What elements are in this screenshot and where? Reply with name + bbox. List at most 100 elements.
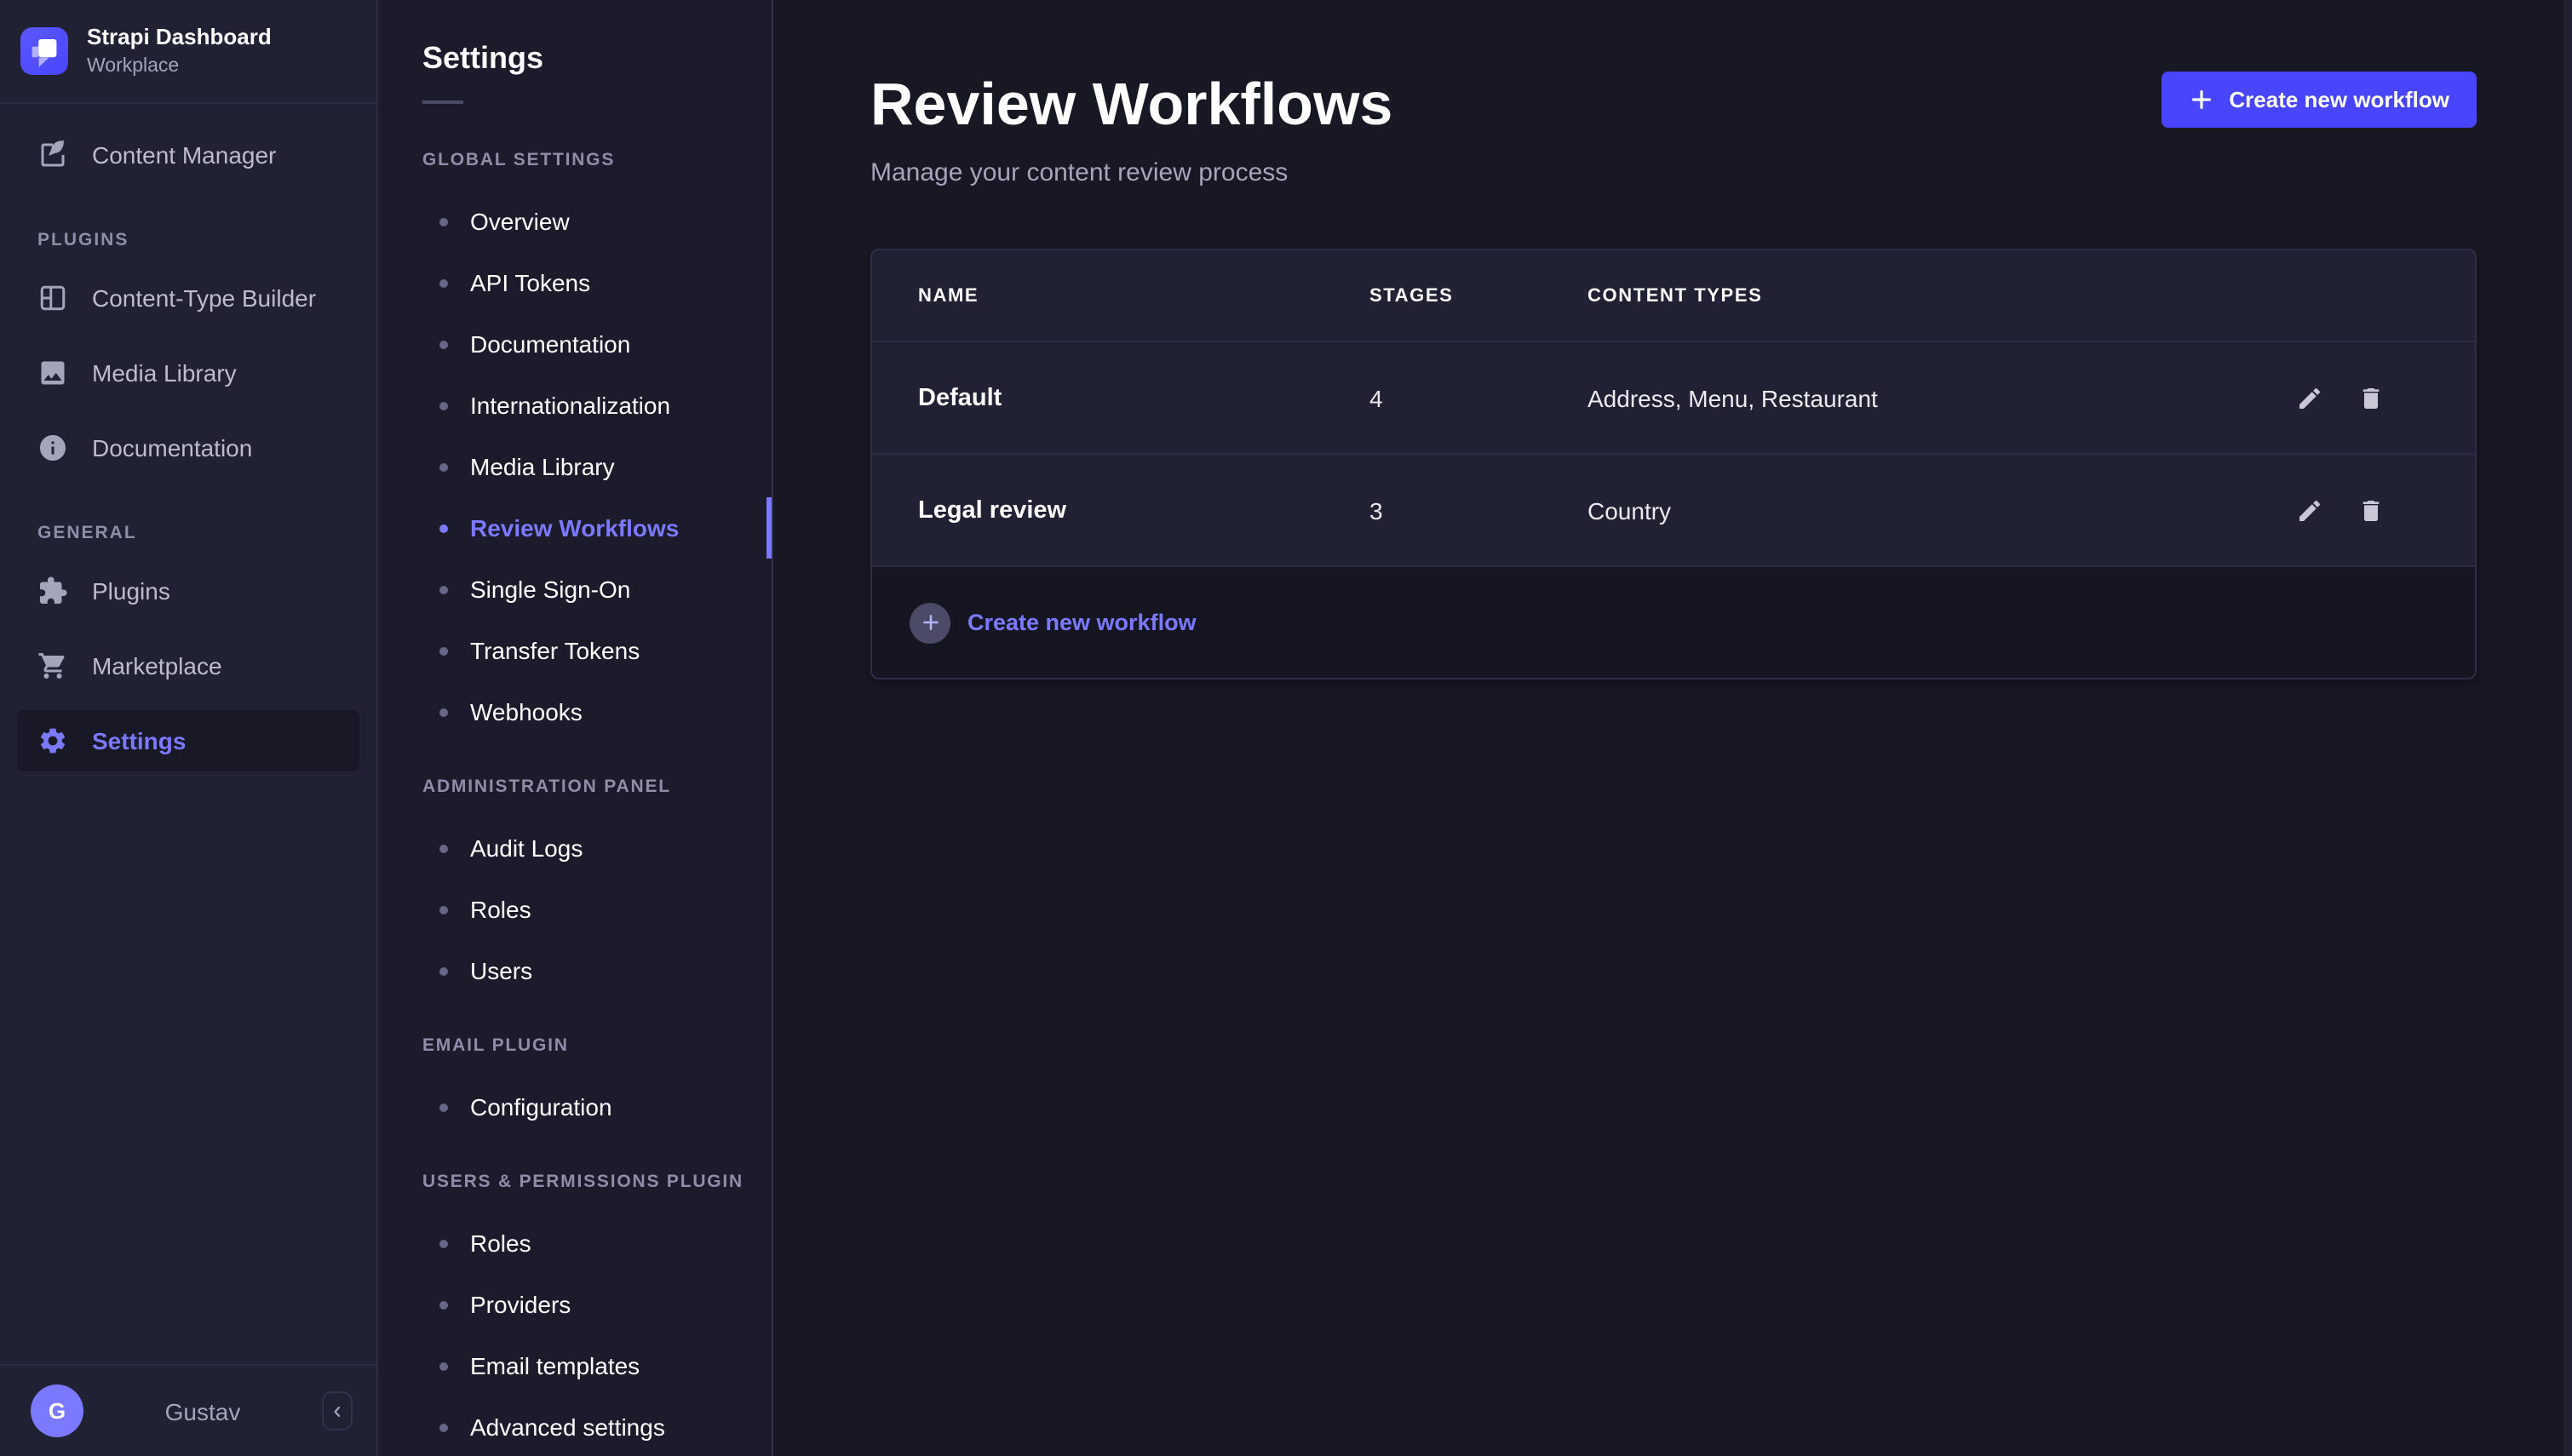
settings-item-webhooks[interactable]: Webhooks <box>422 681 772 742</box>
settings-section-label: ADMINISTRATION PANEL <box>422 777 772 797</box>
delete-workflow-button[interactable] <box>2349 488 2393 532</box>
sidebar-item-plugins[interactable]: Plugins <box>17 559 359 621</box>
sidebar-item-label: Content Manager <box>92 140 276 168</box>
settings-item-label: Advanced settings <box>470 1413 665 1441</box>
settings-item-internationalization[interactable]: Internationalization <box>422 375 772 436</box>
settings-section-items: Configuration <box>422 1076 772 1138</box>
settings-item-label: Webhooks <box>470 698 583 725</box>
settings-item-api-tokens[interactable]: API Tokens <box>422 252 772 313</box>
settings-item-label: Transfer Tokens <box>470 637 640 664</box>
page-subtitle: Manage your content review process <box>870 158 2572 187</box>
bullet-icon <box>439 966 448 975</box>
settings-item-label: Providers <box>470 1291 571 1318</box>
settings-item-overview[interactable]: Overview <box>422 191 772 252</box>
edit-workflow-button[interactable] <box>2288 488 2332 532</box>
sidebar-item-media-library[interactable]: Media Library <box>17 341 359 403</box>
settings-item-label: Email templates <box>470 1352 640 1379</box>
settings-section-label: GLOBAL SETTINGS <box>422 150 772 170</box>
bullet-icon <box>439 646 448 655</box>
bullet-icon <box>439 462 448 471</box>
nav-section-label: PLUGINS <box>37 229 339 249</box>
create-new-workflow-button[interactable]: Create new workflow <box>2161 72 2477 128</box>
chevron-left-icon <box>329 1402 346 1419</box>
sidebar-item-label: Documentation <box>92 433 252 461</box>
sidebar-item-label: Media Library <box>92 358 237 386</box>
settings-item-audit-logs[interactable]: Audit Logs <box>422 817 772 879</box>
workflow-stages: 4 <box>1369 384 1587 411</box>
settings-item-roles[interactable]: Roles <box>422 879 772 940</box>
documentation-icon <box>37 432 68 462</box>
bullet-icon <box>439 278 448 287</box>
workflow-content-types: Address, Menu, Restaurant <box>1587 384 2284 411</box>
bullet-icon <box>439 340 448 348</box>
table-header-row: NAMESTAGESCONTENT TYPES <box>872 250 2475 341</box>
settings-item-users[interactable]: Users <box>422 940 772 1001</box>
settings-section-label: EMAIL PLUGIN <box>422 1035 772 1056</box>
settings-item-providers[interactable]: Providers <box>422 1274 772 1335</box>
bullet-icon <box>439 401 448 410</box>
settings-item-label: Roles <box>470 1230 531 1257</box>
create-new-workflow-label: Create new workflow <box>2229 87 2449 112</box>
sidebar-item-marketplace[interactable]: Marketplace <box>17 634 359 696</box>
settings-item-label: Media Library <box>470 453 615 480</box>
strapi-logo-icon <box>20 28 68 76</box>
settings-item-advanced-settings[interactable]: Advanced settings <box>422 1396 772 1456</box>
settings-nav-sections: GLOBAL SETTINGS OverviewAPI TokensDocumen… <box>422 150 772 1456</box>
table-body: Default4Address, Menu, RestaurantLegal r… <box>872 341 2475 565</box>
settings-item-transfer-tokens[interactable]: Transfer Tokens <box>422 620 772 681</box>
workflow-name: Legal review <box>918 496 1369 524</box>
brand-text: Strapi Dashboard Workplace <box>87 24 272 79</box>
content-manager-icon <box>37 139 68 169</box>
column-header-name: NAME <box>918 285 1369 306</box>
nav-section-label: GENERAL <box>37 522 339 542</box>
workspace-brand[interactable]: Strapi Dashboard Workplace <box>0 0 376 103</box>
delete-workflow-button[interactable] <box>2349 375 2393 420</box>
title-rule <box>422 100 463 104</box>
trash-icon <box>2357 496 2385 524</box>
bullet-icon <box>439 1300 448 1309</box>
settings-item-label: Configuration <box>470 1093 612 1121</box>
main-sidebar: Strapi Dashboard Workplace Content Manag… <box>0 0 378 1456</box>
main-nav: Content Manager PLUGINS Content-Type Build… <box>0 103 376 1364</box>
pencil-icon <box>2296 496 2323 524</box>
pencil-icon <box>2296 384 2323 411</box>
sidebar-item-settings[interactable]: Settings <box>17 709 359 771</box>
settings-item-label: Roles <box>470 896 531 923</box>
settings-item-email-templates[interactable]: Email templates <box>422 1335 772 1396</box>
column-header-stages: STAGES <box>1369 285 1587 306</box>
settings-section-items: OverviewAPI TokensDocumentationInternati… <box>422 191 772 742</box>
page-scrollbar-track[interactable] <box>2563 0 2572 1456</box>
settings-item-media-library[interactable]: Media Library <box>422 436 772 497</box>
settings-item-documentation[interactable]: Documentation <box>422 313 772 375</box>
avatar[interactable]: G <box>31 1384 83 1437</box>
settings-title: Settings <box>422 41 772 77</box>
workflow-row-legal-review[interactable]: Legal review3Country <box>872 453 2475 565</box>
sidebar-item-label: Content-Type Builder <box>92 284 316 311</box>
bullet-icon <box>439 708 448 716</box>
content-type-builder-icon <box>37 282 68 312</box>
footer-create-workflow-label: Create new workflow <box>967 610 1197 635</box>
settings-item-review-workflows[interactable]: Review Workflows <box>422 497 772 559</box>
settings-item-configuration[interactable]: Configuration <box>422 1076 772 1138</box>
app-title: Strapi Dashboard <box>87 24 272 52</box>
settings-item-single-sign-on[interactable]: Single Sign-On <box>422 559 772 620</box>
settings-sidebar: Settings GLOBAL SETTINGS OverviewAPI Toke… <box>378 0 773 1456</box>
edit-workflow-button[interactable] <box>2288 375 2332 420</box>
settings-section-items: Audit Logs Roles Users <box>422 817 772 1001</box>
sidebar-item-documentation[interactable]: Documentation <box>17 416 359 478</box>
settings-section-label: USERS & PERMISSIONS PLUGIN <box>422 1172 772 1192</box>
collapse-sidebar-button[interactable] <box>322 1391 353 1430</box>
sidebar-footer: G Gustav <box>0 1364 376 1456</box>
settings-item-roles[interactable]: Roles <box>422 1212 772 1274</box>
bullet-icon <box>439 905 448 914</box>
footer-create-workflow-action[interactable]: Create new workflow <box>872 565 2475 678</box>
settings-section-items: Roles Providers Email templates Advanced se… <box>422 1212 772 1456</box>
sidebar-item-content-manager[interactable]: Content Manager <box>17 123 359 185</box>
sidebar-item-content-type-builder[interactable]: Content-Type Builder <box>17 267 359 328</box>
workflow-row-default[interactable]: Default4Address, Menu, Restaurant <box>872 341 2475 453</box>
sidebar-item-label: Marketplace <box>92 651 222 679</box>
settings-item-label: Review Workflows <box>470 514 679 542</box>
row-actions <box>2284 488 2475 532</box>
sidebar-item-label: Plugins <box>92 576 170 604</box>
plus-circle-icon <box>910 602 950 643</box>
